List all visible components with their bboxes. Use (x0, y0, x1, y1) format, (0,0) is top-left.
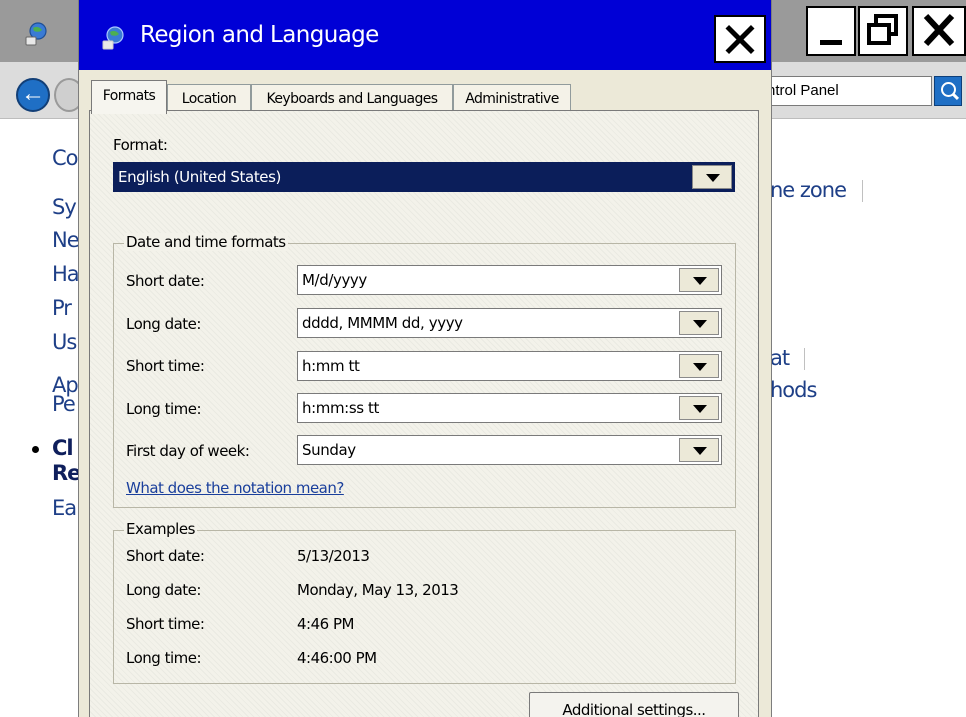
long-date-dropdown[interactable]: dddd, MMMM dd, yyyy (297, 308, 722, 338)
group-title: Examples (124, 520, 197, 538)
search-button[interactable] (934, 76, 962, 106)
long-time-value: h:mm:ss tt (302, 399, 379, 417)
background-link[interactable]: ne zone (770, 178, 847, 202)
chevron-down-icon[interactable] (679, 268, 719, 292)
first-day-of-week-dropdown[interactable]: Sunday (297, 435, 722, 465)
chevron-down-icon[interactable] (679, 438, 719, 462)
region-globe-icon (25, 22, 47, 46)
example-short-date-value: 5/13/2013 (297, 547, 370, 565)
chevron-down-icon[interactable] (679, 311, 719, 335)
close-icon (923, 13, 955, 47)
example-long-time-label: Long time: (126, 649, 202, 667)
minimize-button[interactable] (806, 6, 856, 56)
maximize-button[interactable] (858, 6, 908, 56)
background-link[interactable]: Co (52, 146, 78, 170)
background-link[interactable]: Pe (52, 392, 76, 416)
format-label: Format: (113, 136, 168, 154)
background-link[interactable]: hods (770, 378, 817, 402)
background-link[interactable]: Pr (52, 296, 72, 320)
chevron-down-icon[interactable] (679, 396, 719, 420)
link-separator (804, 348, 805, 370)
link-separator (862, 180, 863, 202)
background-link[interactable]: Us (52, 330, 77, 354)
long-time-dropdown[interactable]: h:mm:ss tt (297, 393, 722, 423)
examples-group: Examples (113, 520, 736, 684)
example-short-time-value: 4:46 PM (297, 615, 354, 633)
short-date-label: Short date: (126, 272, 205, 290)
short-time-label: Short time: (126, 357, 205, 375)
background-link[interactable]: Ha (52, 262, 80, 286)
tab-administrative[interactable]: Administrative (453, 84, 571, 112)
example-short-time-label: Short time: (126, 615, 205, 633)
example-long-time-value: 4:46:00 PM (297, 649, 377, 667)
group-title: Date and time formats (124, 233, 288, 251)
example-long-date-label: Long date: (126, 581, 201, 599)
tab-formats[interactable]: Formats (91, 80, 167, 114)
dialog-titlebar[interactable]: Region and Language (79, 0, 771, 70)
background-link[interactable]: Ne (52, 228, 80, 252)
dialog-title: Region and Language (140, 22, 379, 48)
long-date-label: Long date: (126, 315, 201, 333)
long-time-label: Long time: (126, 400, 202, 418)
example-short-date-label: Short date: (126, 547, 205, 565)
long-date-value: dddd, MMMM dd, yyyy (302, 314, 463, 332)
first-day-of-week-value: Sunday (302, 441, 356, 459)
background-link-current[interactable]: Cl (52, 436, 74, 460)
first-day-of-week-label: First day of week: (126, 442, 250, 460)
background-link-current[interactable]: Re (52, 461, 81, 485)
short-time-value: h:mm tt (302, 357, 360, 375)
chevron-down-icon[interactable] (692, 165, 732, 189)
short-date-value: M/d/yyyy (302, 271, 367, 289)
back-arrow-icon: ← (21, 80, 45, 107)
short-date-dropdown[interactable]: M/d/yyyy (297, 265, 722, 295)
format-dropdown[interactable]: English (United States) (113, 162, 735, 192)
close-button[interactable] (714, 15, 766, 63)
notation-help-link[interactable]: What does the notation mean? (126, 479, 344, 497)
example-long-date-value: Monday, May 13, 2013 (297, 581, 459, 599)
background-close-button[interactable] (912, 6, 966, 56)
current-item-bullet (32, 446, 39, 453)
background-link[interactable]: at (770, 346, 790, 370)
back-button[interactable]: ← (16, 78, 50, 112)
short-time-dropdown[interactable]: h:mm tt (297, 351, 722, 381)
format-value: English (United States) (118, 168, 282, 186)
background-link[interactable]: Ea (52, 496, 77, 520)
region-and-language-dialog: Region and Language Formats Location Key… (78, 0, 772, 717)
tab-location[interactable]: Location (167, 84, 251, 112)
additional-settings-button[interactable]: Additional settings... (529, 692, 739, 717)
restore-icon (867, 14, 898, 45)
region-globe-icon (102, 26, 124, 50)
chevron-down-icon[interactable] (679, 354, 719, 378)
search-input[interactable]: ntrol Panel (754, 76, 932, 106)
tab-keyboards-and-languages[interactable]: Keyboards and Languages (251, 84, 453, 112)
background-link[interactable]: Sy (52, 195, 77, 219)
